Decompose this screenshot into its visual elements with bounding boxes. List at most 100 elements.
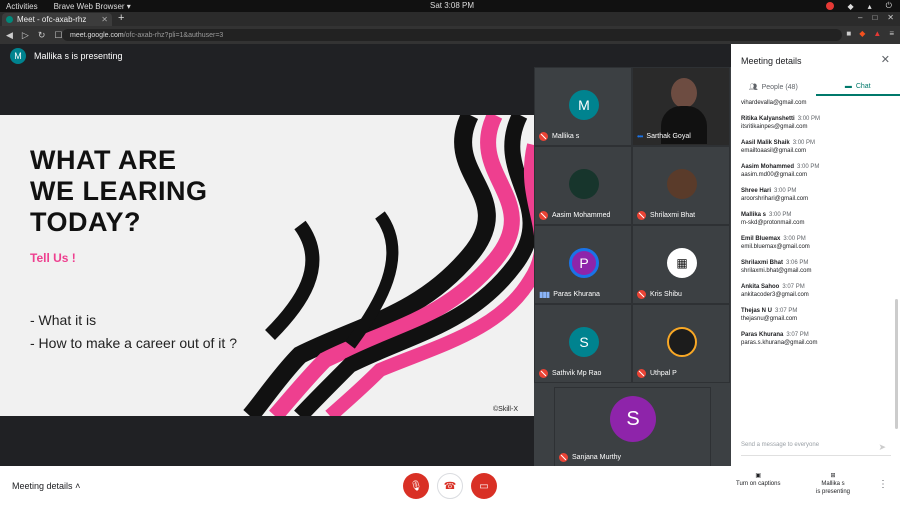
participant-avatar (569, 169, 599, 199)
presenter-banner: M Mallika s is presenting (10, 48, 123, 64)
present-button[interactable]: ⊞ Mallika s is presenting (816, 472, 850, 496)
participant-tile[interactable]: Aasim Mohammed (534, 146, 632, 225)
slide-title: WHAT ARE WE LEARING TODAY? (30, 145, 208, 238)
reload-icon[interactable]: ↻ (38, 30, 46, 41)
slide-title-line: WHAT ARE (30, 145, 177, 175)
minimize-icon[interactable]: – (858, 13, 862, 22)
chat-message: Ankita Sahoo 3:07 PM ankitacoder3@gmail.co… (741, 284, 891, 298)
participant-tile[interactable]: Shrilaxmi Bhat (632, 146, 730, 225)
activities-button[interactable]: Activities (6, 2, 38, 11)
chat-sender: Emil Bluemax 3:00 PM (741, 236, 806, 242)
chat-text: itsritikainpes@gmail.com (741, 124, 808, 130)
participant-tile[interactable]: ▦ Kris Shibu (632, 225, 730, 304)
participant-name: Mallika s (552, 133, 580, 140)
close-window-icon[interactable]: ✕ (887, 13, 894, 22)
mic-off-icon (539, 369, 548, 378)
forward-icon[interactable]: ▷ (22, 30, 29, 41)
chevron-up-icon: ˄ (75, 481, 81, 491)
panel-title: Meeting details (741, 56, 802, 66)
chat-message: Paras Khurana 3:07 PM paras.s.khurana@gmai… (741, 332, 891, 346)
menu-icon[interactable]: ≡ (889, 29, 894, 38)
chat-text: shrilaxmi.bhat@gmail.com (741, 268, 812, 274)
browser-tab-strip: Meet - ofc-axab-rhz ✕ + – □ ✕ (0, 12, 900, 26)
chat-time: 3:07 PM (786, 332, 809, 338)
chat-time: 3:00 PM (797, 116, 821, 122)
chat-message: Shrilaxmi Bhat 3:06 PM shrilaxmi.bhat@gmai… (741, 260, 891, 274)
participant-name: Sathvik Mp Rao (552, 370, 602, 377)
meeting-details-button[interactable]: Meeting details ˄ (12, 481, 80, 491)
slide-bullet: - How to make a career out of it ? (30, 335, 237, 351)
chat-sender: Thejas N U 3:07 PM (741, 308, 798, 314)
clock[interactable]: Sat 3:08 PM (430, 1, 474, 10)
chat-messages[interactable]: vihardevalla@gmail.com Ritika Kalyanshett… (741, 98, 891, 428)
chat-time: 3:07 PM (775, 308, 798, 314)
power-icon[interactable]: ⏻ (886, 1, 892, 11)
camera-toggle-button[interactable]: ▭ (471, 473, 497, 499)
participant-name: Aasim Mohammed (552, 212, 611, 219)
close-panel-icon[interactable]: ✕ (881, 53, 890, 66)
participant-tile[interactable]: S Sathvik Mp Rao (534, 304, 632, 383)
back-icon[interactable]: ◀ (6, 30, 13, 41)
url-field[interactable]: meet.google.com /ofc-axab-rhz?pli=1&auth… (62, 29, 842, 41)
captions-button[interactable]: ▣ Turn on captions (736, 472, 780, 488)
speaking-indicator-icon: ▮▮▮ (539, 290, 550, 299)
meet-favicon-icon (6, 16, 13, 23)
participant-tile[interactable]: M Mallika s (534, 67, 632, 146)
chat-text: ankitacoder3@gmail.com (741, 292, 809, 298)
mic-toggle-button[interactable]: 🎙︎ (403, 473, 429, 499)
participant-tile[interactable]: P ▮▮▮ Paras Khurana (534, 225, 632, 304)
shield-icon[interactable]: ◆ (848, 2, 854, 11)
camera-icon[interactable]: ■ (846, 29, 851, 38)
participant-name: Uthpal P (650, 370, 677, 377)
chat-input[interactable]: Send a message to everyone (741, 442, 891, 456)
participant-name: Sarthak Goyal (646, 133, 691, 140)
chat-time: 3:06 PM (786, 260, 809, 266)
participant-name: Shrilaxmi Bhat (650, 212, 696, 219)
present-label: Mallika s (821, 481, 845, 487)
address-bar-row: ◀ ▷ ↻ ☐ meet.google.com /ofc-axab-rhz?pl… (0, 26, 900, 44)
participant-tile[interactable]: ••• Sarthak Goyal (632, 67, 730, 146)
participant-avatar (667, 327, 697, 357)
present-label: is presenting (816, 489, 851, 495)
keypad-avatar-icon: ▦ (667, 248, 697, 278)
people-icon: 👥︎ (748, 84, 758, 91)
chat-sender: Mallika s 3:00 PM (741, 212, 792, 218)
chat-sender: Ritika Kalyanshetti 3:00 PM (741, 116, 821, 122)
chat-message: Thejas N U 3:07 PM thejasnu@gmail.com (741, 308, 891, 322)
chat-message: Ritika Kalyanshetti 3:00 PM itsritikainpes… (741, 116, 891, 130)
slide-credit: ©Skill-X (493, 406, 518, 413)
maximize-icon[interactable]: □ (872, 13, 877, 22)
tab-chat[interactable]: ▬ Chat (815, 78, 900, 96)
chat-time: 3:00 PM (792, 140, 816, 146)
chat-sender: Aasim Mohammed 3:00 PM (741, 164, 820, 170)
network-icon[interactable]: ▴ (868, 2, 872, 11)
system-tray: ◆ ▴ ⏻ (825, 0, 892, 12)
chat-text: paras.s.khurana@gmail.com (741, 340, 818, 346)
new-tab-button[interactable]: + (118, 12, 124, 24)
captions-icon: ▣ (755, 473, 762, 479)
chat-message: Emil Bluemax 3:00 PM emil.bluemax@gmail.co… (741, 236, 891, 250)
chat-message: Shree Hari 3:00 PM aroorshrihari@gmail.com (741, 188, 891, 202)
tab-people[interactable]: 👥︎ People (48) (731, 78, 816, 96)
participant-tile[interactable]: Uthpal P (632, 304, 730, 383)
participant-avatar: P (569, 248, 599, 278)
chat-scrollbar[interactable] (895, 299, 898, 429)
slide-subtitle: Tell Us ! (30, 251, 76, 265)
recording-icon[interactable] (825, 2, 834, 10)
mic-off-icon (559, 453, 568, 462)
participant-tile[interactable]: S Sanjana Murthy (554, 387, 711, 467)
send-icon[interactable]: ➤ (878, 442, 886, 453)
brave-shield-icon[interactable]: ◆ (859, 29, 865, 38)
participant-name: Sanjana Murthy (572, 454, 622, 461)
close-tab-icon[interactable]: ✕ (101, 15, 108, 24)
presentation-slide: WHAT ARE WE LEARING TODAY? Tell Us ! - W… (0, 115, 534, 416)
browser-menu[interactable]: Brave Web Browser ▾ (54, 2, 131, 11)
chat-sender: Ankita Sahoo 3:07 PM (741, 284, 805, 290)
chat-message: vihardevalla@gmail.com (741, 100, 891, 106)
chat-time: 3:00 PM (774, 188, 797, 194)
rewards-icon[interactable]: ▲ (873, 29, 881, 38)
tab-meet[interactable]: Meet - ofc-axab-rhz ✕ (2, 13, 112, 26)
more-options-icon[interactable]: ⋮ (878, 479, 888, 490)
video-feed (671, 78, 697, 108)
leave-call-button[interactable]: ☎︎ (437, 473, 463, 499)
